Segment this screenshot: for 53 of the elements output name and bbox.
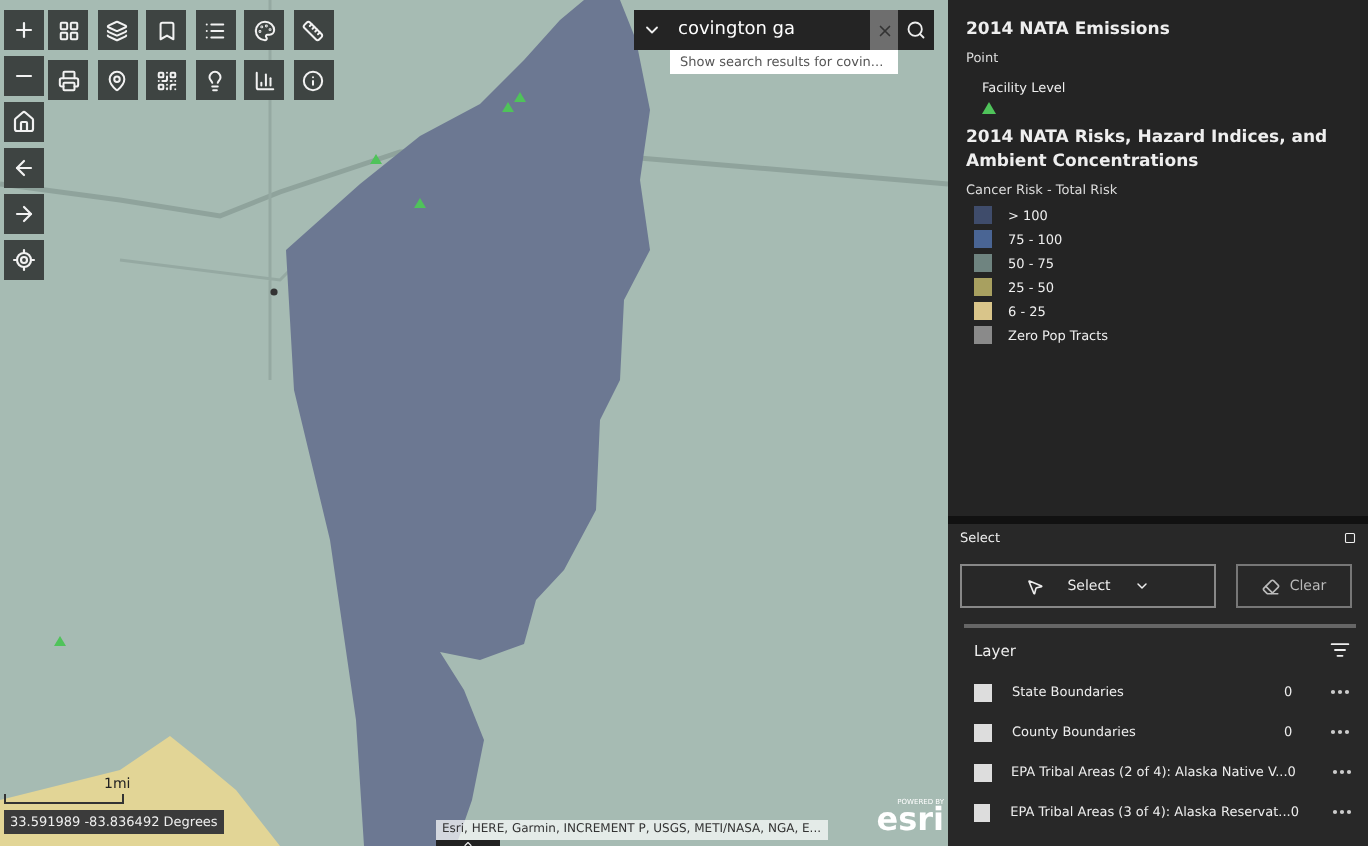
tool-button[interactable] — [146, 10, 186, 50]
legend-layer-title: 2014 NATA Risks, Hazard Indices, and Ambient Concentrations — [966, 126, 1330, 174]
plus-icon — [12, 18, 36, 42]
search-icon — [906, 20, 926, 40]
search-field[interactable]: covington ga — [670, 10, 870, 50]
search-button[interactable] — [898, 10, 934, 50]
list-icon — [204, 19, 226, 41]
legend-layer-title: 2014 NATA Emissions — [966, 18, 1172, 42]
tool-button[interactable] — [48, 60, 88, 100]
locate-button[interactable] — [4, 240, 44, 280]
checkbox[interactable] — [974, 763, 992, 781]
bar-chart-icon — [253, 69, 275, 91]
pointer-icon — [1025, 577, 1044, 595]
tool-button[interactable] — [48, 10, 88, 50]
tool-button[interactable] — [244, 60, 284, 100]
back-button[interactable] — [4, 148, 44, 188]
filter-icon — [1330, 640, 1350, 660]
tool-button[interactable] — [293, 10, 333, 50]
layers-icon — [106, 19, 128, 41]
lightbulb-icon — [204, 69, 226, 91]
locate-icon — [12, 248, 36, 272]
qr-code-icon — [155, 69, 177, 91]
eraser-icon — [1261, 577, 1280, 595]
tool-button[interactable] — [293, 60, 333, 100]
dropdown-button[interactable] — [634, 10, 670, 50]
maximize-icon — [1344, 532, 1356, 544]
close-icon — [875, 21, 893, 39]
tool-button[interactable] — [97, 60, 137, 100]
zoom-in-button[interactable] — [4, 10, 44, 50]
scale-bar — [4, 794, 124, 804]
tool-button[interactable] — [146, 60, 186, 100]
tool-button[interactable] — [97, 10, 137, 50]
checkbox[interactable] — [974, 803, 991, 821]
bookmark-icon — [155, 19, 177, 41]
arrow-right-icon — [12, 202, 36, 226]
tool-button[interactable] — [244, 10, 284, 50]
palette-icon — [253, 19, 275, 41]
home-button[interactable] — [4, 102, 44, 142]
tool-button[interactable] — [195, 60, 235, 100]
caret-icon — [1134, 578, 1151, 594]
tool-button[interactable] — [195, 10, 235, 50]
grid-icon — [57, 19, 79, 41]
checkbox[interactable] — [974, 723, 992, 741]
printer-icon — [57, 69, 79, 91]
checkbox[interactable] — [974, 683, 992, 701]
chevron-up-icon — [462, 837, 474, 846]
panel-handle[interactable] — [436, 840, 500, 846]
map-pin-icon — [106, 69, 128, 91]
info-icon — [302, 69, 324, 91]
home-icon — [12, 110, 36, 134]
forward-button[interactable] — [4, 194, 44, 234]
arrow-left-icon — [12, 156, 36, 180]
ruler-icon — [302, 19, 324, 41]
